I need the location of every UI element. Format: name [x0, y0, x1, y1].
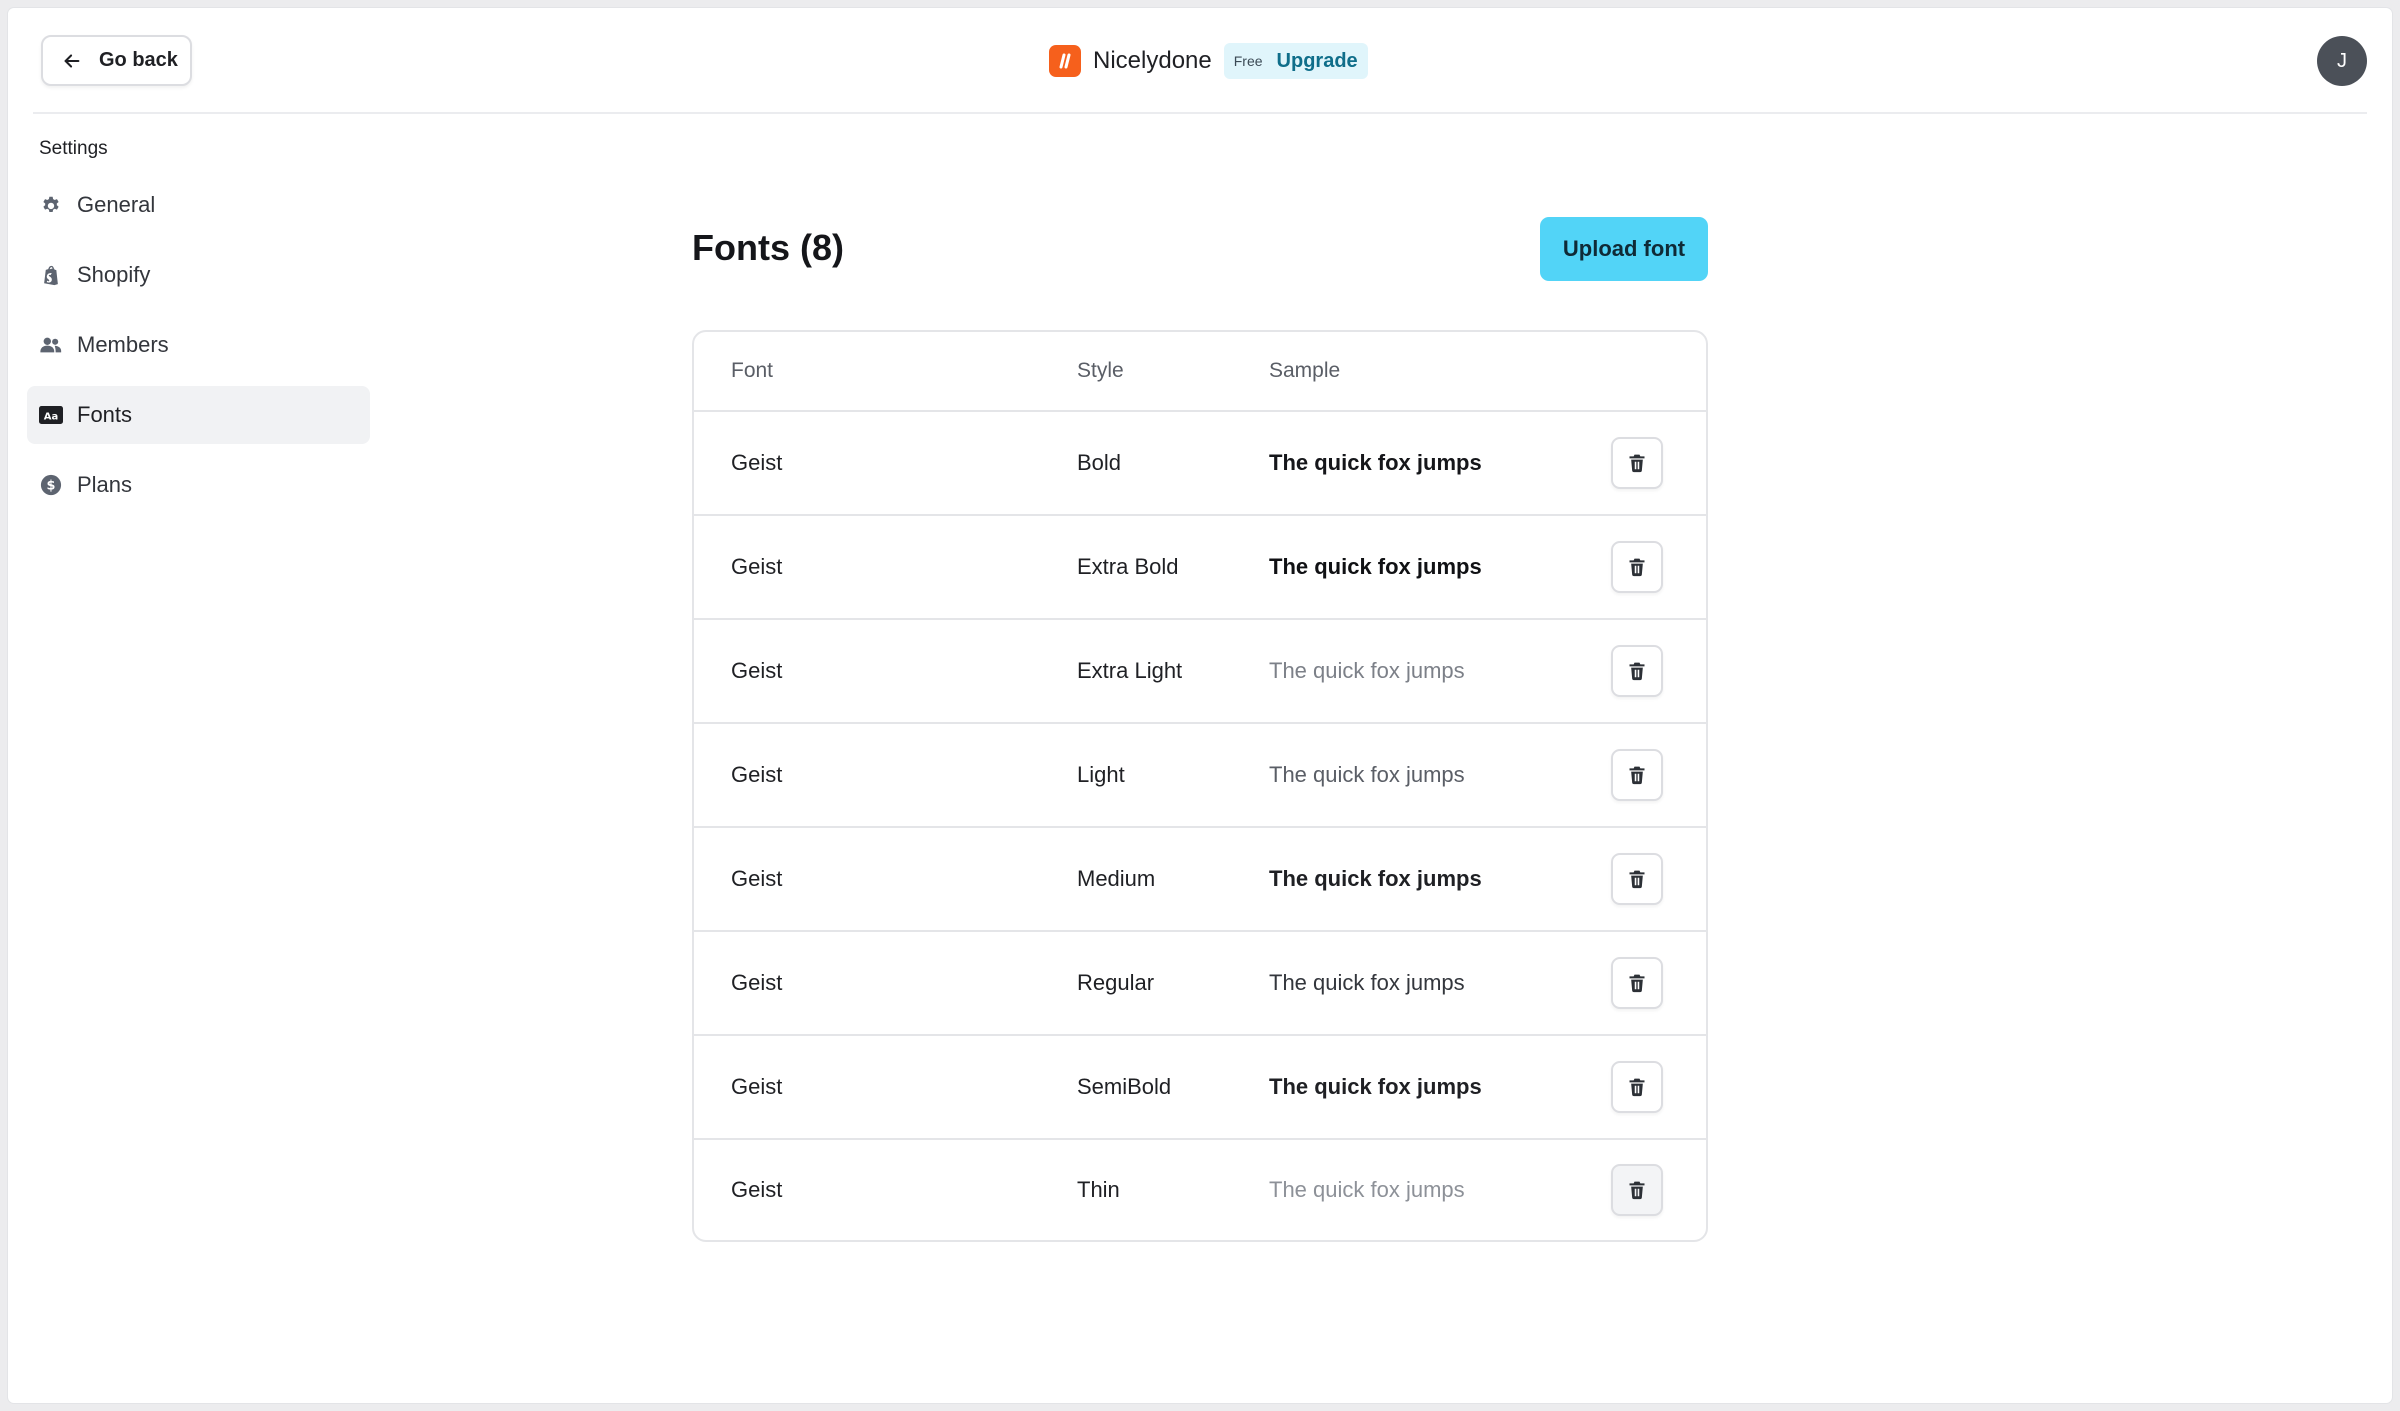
column-header-style: Style — [1077, 359, 1124, 382]
table-row: Geist Regular The quick fox jumps — [694, 932, 1706, 1036]
go-back-label: Go back — [99, 49, 178, 71]
row-action — [1611, 516, 1663, 618]
brand-logo-icon — [1049, 45, 1081, 77]
table-row: Geist Bold The quick fox jumps — [694, 412, 1706, 516]
sidebar-item-label: General — [77, 192, 156, 217]
sidebar-item-shopify[interactable]: Shopify — [27, 246, 370, 304]
font-style: Medium — [1077, 866, 1156, 891]
font-sample: The quick fox jumps — [1269, 762, 1465, 787]
font-style: Regular — [1077, 970, 1155, 995]
font-sample: The quick fox jumps — [1269, 554, 1482, 579]
delete-font-button[interactable] — [1611, 541, 1663, 593]
table-row: Geist Medium The quick fox jumps — [694, 828, 1706, 932]
brand: Nicelydone Free Upgrade — [1049, 43, 1368, 79]
trash-icon — [1629, 870, 1645, 889]
settings-sidebar: Settings General Shopify Members Aa Font… — [27, 138, 370, 526]
font-sample: The quick fox jumps — [1269, 970, 1465, 995]
table-row: Geist SemiBold The quick fox jumps — [694, 1036, 1706, 1140]
upload-font-button[interactable]: Upload font — [1540, 217, 1708, 281]
font-style: Bold — [1077, 450, 1122, 475]
font-sample: The quick fox jumps — [1269, 866, 1482, 891]
app-window: Go back Nicelydone Free Upgrade J Settin… — [8, 8, 2392, 1403]
plan-free-label: Free — [1233, 53, 1263, 69]
delete-font-button[interactable] — [1611, 1164, 1663, 1216]
font-name: Geist — [731, 762, 783, 787]
column-header-font: Font — [731, 359, 774, 382]
upgrade-link[interactable]: Upgrade — [1277, 50, 1358, 73]
svg-text:Aa: Aa — [44, 412, 59, 423]
font-name: Geist — [731, 554, 783, 579]
font-style: SemiBold — [1077, 1074, 1172, 1099]
column-header-sample: Sample — [1269, 359, 1341, 382]
row-action — [1611, 412, 1663, 514]
row-action — [1611, 1036, 1663, 1138]
sidebar-item-label: Shopify — [77, 262, 151, 287]
shopify-bag-icon — [39, 263, 63, 287]
row-action — [1611, 932, 1663, 1034]
go-back-button[interactable]: Go back — [41, 35, 192, 86]
row-action — [1611, 724, 1663, 826]
sidebar-item-label: Members — [77, 332, 169, 357]
font-sample: The quick fox jumps — [1269, 1074, 1482, 1099]
fonts-table: Font Style Sample Geist Bold The quick f… — [692, 330, 1708, 1242]
font-style: Extra Light — [1077, 658, 1183, 683]
row-action — [1611, 620, 1663, 722]
font-name: Geist — [731, 970, 783, 995]
font-name: Geist — [731, 450, 783, 475]
page-title: Fonts (8) — [692, 227, 844, 268]
top-bar: Go back Nicelydone Free Upgrade J — [33, 8, 2367, 114]
sidebar-item-general[interactable]: General — [27, 176, 370, 234]
sidebar-heading: Settings — [39, 138, 108, 159]
sidebar-item-plans[interactable]: $ Plans — [27, 456, 370, 514]
sidebar-item-fonts[interactable]: Aa Fonts — [27, 386, 370, 444]
delete-font-button[interactable] — [1611, 749, 1663, 801]
trash-icon — [1629, 766, 1645, 785]
gear-icon — [39, 193, 63, 217]
table-row: Geist Light The quick fox jumps — [694, 724, 1706, 828]
svg-text:$: $ — [47, 479, 56, 494]
trash-icon — [1629, 662, 1645, 681]
delete-font-button[interactable] — [1611, 957, 1663, 1009]
delete-font-button[interactable] — [1611, 853, 1663, 905]
font-sample: The quick fox jumps — [1269, 450, 1482, 475]
users-icon — [39, 333, 63, 357]
sidebar-item-members[interactable]: Members — [27, 316, 370, 374]
delete-font-button[interactable] — [1611, 1061, 1663, 1113]
font-aa-icon: Aa — [39, 403, 63, 427]
arrow-left-icon — [64, 53, 80, 68]
sidebar-item-label: Fonts — [77, 402, 133, 427]
plan-badge: Free Upgrade — [1223, 43, 1368, 79]
trash-icon — [1629, 1181, 1645, 1200]
font-style: Light — [1077, 762, 1125, 787]
trash-icon — [1629, 558, 1645, 577]
delete-font-button[interactable] — [1611, 645, 1663, 697]
font-sample: The quick fox jumps — [1269, 1177, 1465, 1202]
font-style: Extra Bold — [1077, 554, 1179, 579]
trash-icon — [1629, 974, 1645, 993]
user-avatar[interactable]: J — [2317, 36, 2367, 86]
font-name: Geist — [731, 1074, 783, 1099]
row-action — [1611, 1140, 1663, 1240]
sidebar-item-label: Plans — [77, 472, 133, 497]
delete-font-button[interactable] — [1611, 437, 1663, 489]
trash-icon — [1629, 1078, 1645, 1097]
font-name: Geist — [731, 1177, 783, 1202]
trash-icon — [1629, 454, 1645, 473]
dollar-coin-icon: $ — [39, 473, 63, 497]
brand-name: Nicelydone — [1093, 47, 1212, 74]
table-row: Geist Thin The quick fox jumps — [694, 1140, 1706, 1240]
font-name: Geist — [731, 658, 783, 683]
font-name: Geist — [731, 866, 783, 891]
table-row: Geist Extra Bold The quick fox jumps — [694, 516, 1706, 620]
font-style: Thin — [1077, 1177, 1120, 1202]
table-header: Font Style Sample — [694, 332, 1706, 412]
row-action — [1611, 828, 1663, 930]
font-sample: The quick fox jumps — [1269, 658, 1465, 683]
table-row: Geist Extra Light The quick fox jumps — [694, 620, 1706, 724]
